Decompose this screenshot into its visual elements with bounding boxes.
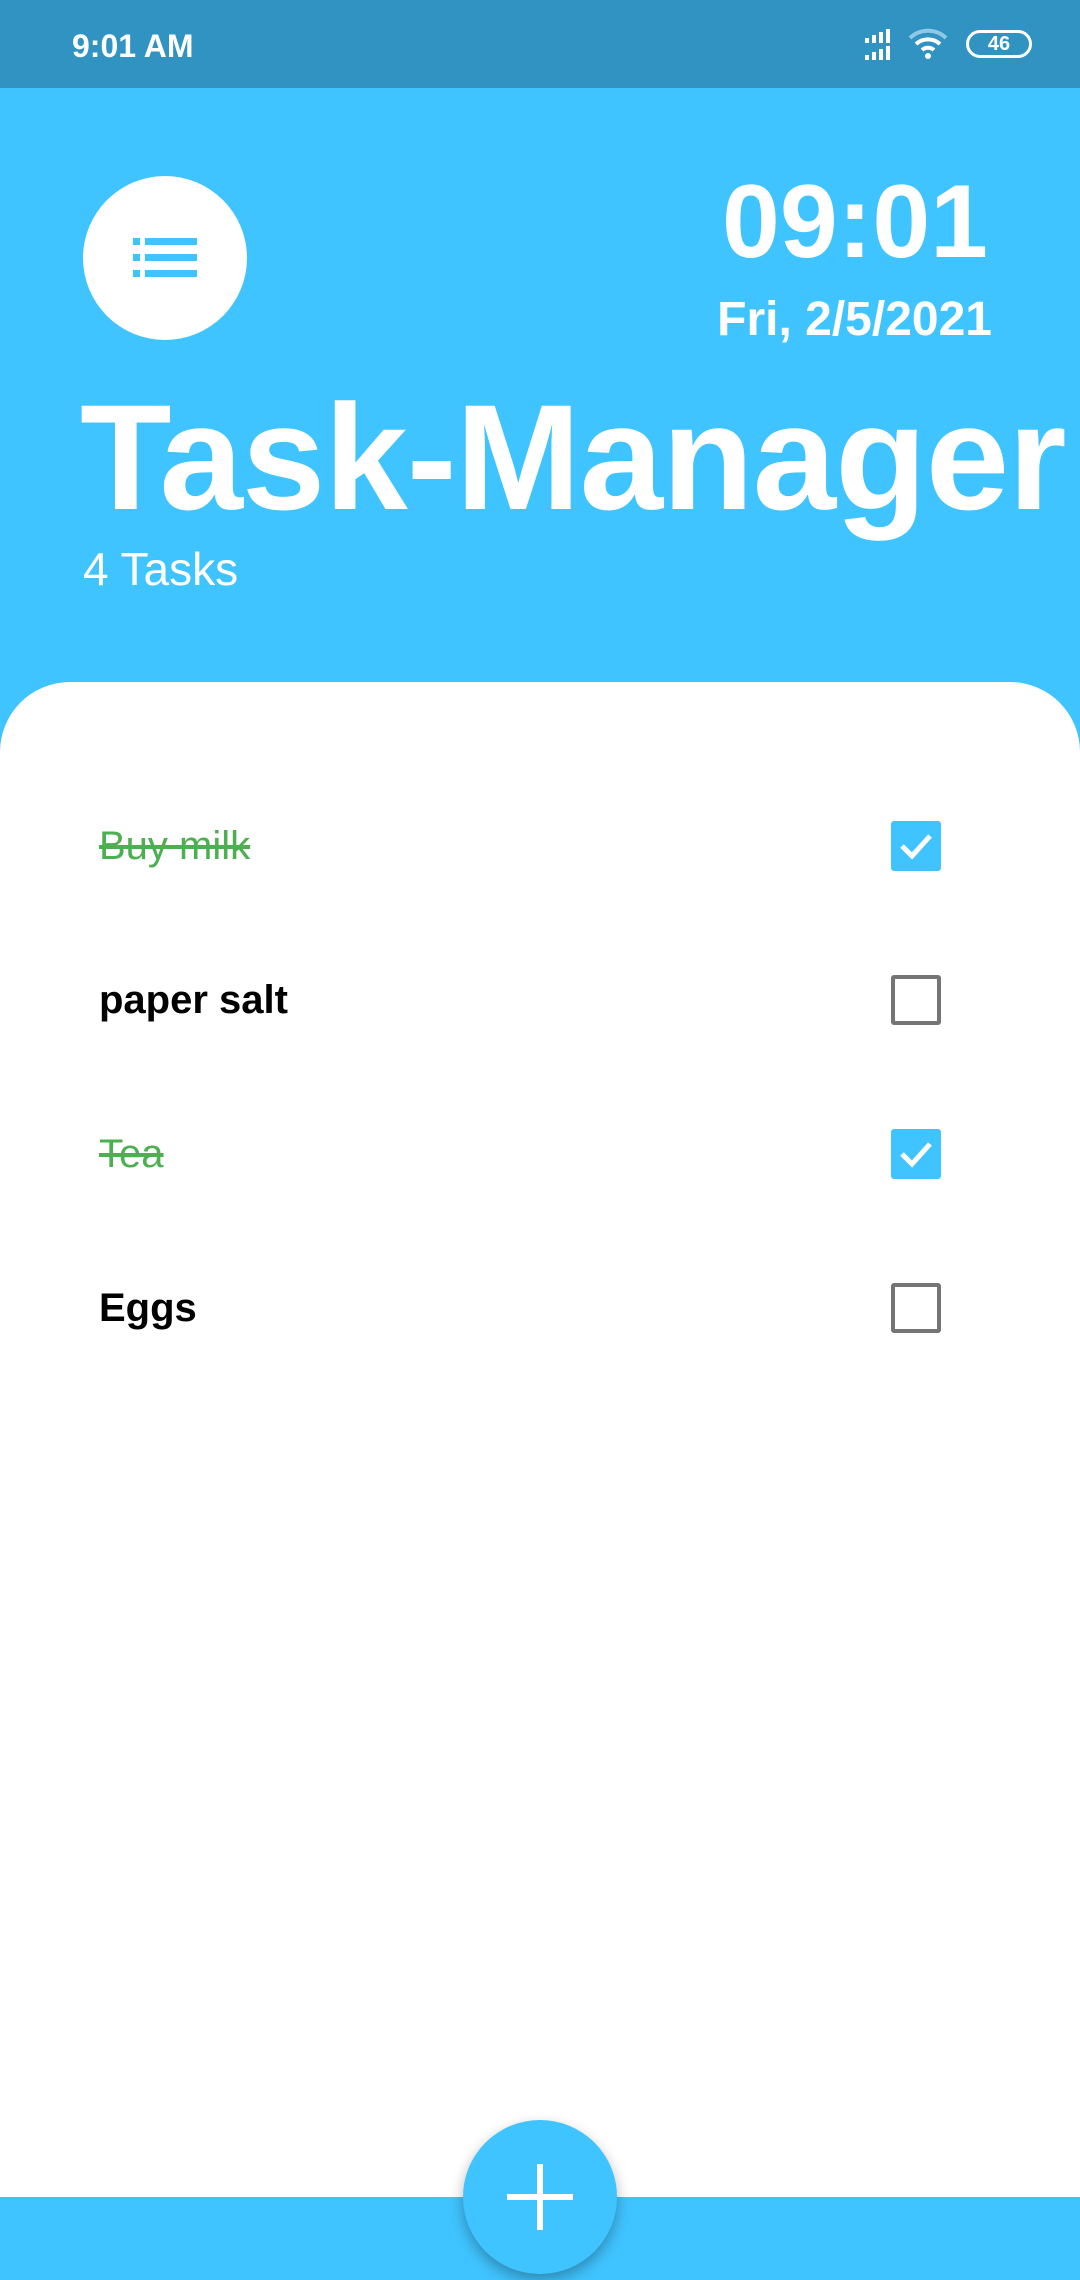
menu-button[interactable] bbox=[83, 176, 247, 340]
signal-icon bbox=[865, 28, 890, 60]
task-item[interactable]: Tea bbox=[99, 1124, 941, 1184]
task-checkbox[interactable] bbox=[891, 821, 941, 871]
task-label: Buy milk bbox=[99, 823, 251, 868]
task-checkbox[interactable] bbox=[891, 1129, 941, 1179]
status-time: 9:01 AM bbox=[72, 28, 194, 64]
status-bar: 9:01 AM 46 bbox=[0, 0, 1080, 88]
clock: 09:01 bbox=[722, 164, 988, 280]
task-item[interactable]: Eggs bbox=[99, 1278, 941, 1338]
plus-icon bbox=[507, 2164, 573, 2230]
check-icon bbox=[900, 834, 932, 860]
task-label: Eggs bbox=[99, 1285, 197, 1330]
task-count: 4 Tasks bbox=[83, 543, 239, 595]
task-item[interactable]: paper salt bbox=[99, 970, 941, 1030]
task-checkbox[interactable] bbox=[891, 975, 941, 1025]
page-title: Task-Manager bbox=[80, 373, 1067, 541]
wifi-icon bbox=[908, 28, 948, 59]
task-label: paper salt bbox=[99, 977, 288, 1022]
date: Fri, 2/5/2021 bbox=[717, 293, 992, 346]
add-task-button[interactable] bbox=[463, 2120, 617, 2274]
list-icon bbox=[133, 238, 197, 277]
battery-icon: 46 bbox=[966, 30, 1032, 58]
check-icon bbox=[900, 1142, 932, 1168]
task-label: Tea bbox=[99, 1131, 164, 1176]
task-item[interactable]: Buy milk bbox=[99, 816, 941, 876]
task-list: Buy milk paper salt Tea Eggs bbox=[0, 682, 1080, 2197]
task-checkbox[interactable] bbox=[891, 1283, 941, 1333]
